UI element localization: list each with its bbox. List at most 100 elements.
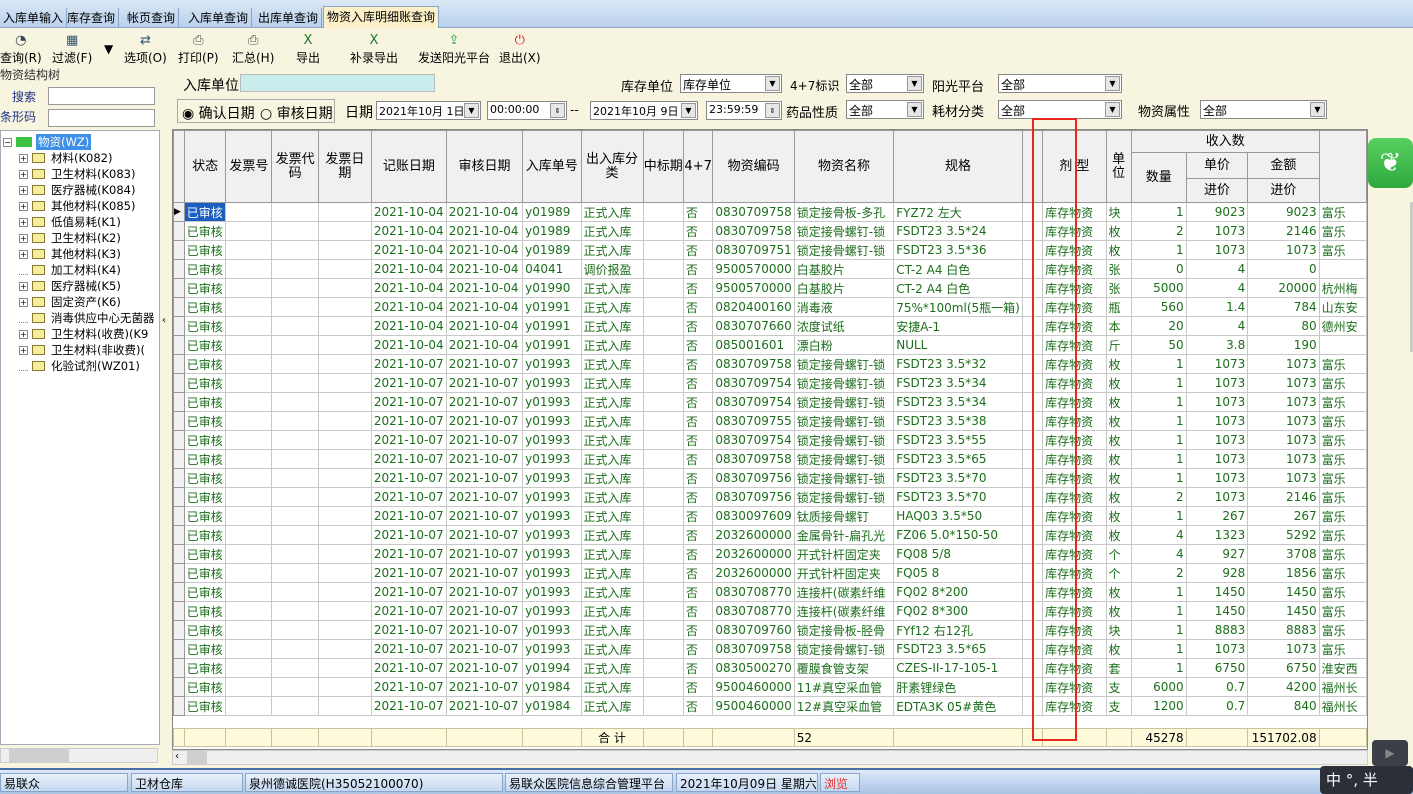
row-indicator[interactable]: [173, 639, 185, 659]
column-header[interactable]: 状态: [183, 130, 227, 203]
tree-node[interactable]: 消毒供应中心无菌器: [19, 310, 155, 326]
tab-2[interactable]: 帐页查询: [124, 8, 180, 28]
row-indicator[interactable]: [173, 582, 185, 602]
table-row[interactable]: 已审核 2021-10-07 2021-10-07 y01993 正式入库否 203260…: [173, 544, 1367, 564]
expand-icon[interactable]: +: [19, 201, 28, 211]
dropdown-arrow-icon[interactable]: ▼: [1310, 102, 1325, 117]
column-header[interactable]: 剂 型: [1042, 130, 1107, 203]
table-row[interactable]: 已审核 2021-10-04 2021-10-04 y01989 正式入库否 083070…: [173, 221, 1367, 241]
row-indicator[interactable]: [173, 392, 185, 412]
table-row[interactable]: 已审核 2021-10-04 2021-10-04 y01989 正式入库否 083070…: [173, 240, 1367, 260]
tab-1[interactable]: 库存查询: [64, 8, 120, 28]
splitter-collapse-icon[interactable]: ‹: [162, 315, 171, 333]
tree-node[interactable]: + 卫生材料(K083): [19, 166, 135, 182]
consumable-category-select[interactable]: 全部 ▼: [998, 100, 1122, 119]
row-indicator[interactable]: [173, 316, 185, 336]
sun-platform-select[interactable]: 全部 ▼: [998, 74, 1122, 93]
expand-icon[interactable]: +: [19, 345, 28, 355]
table-row[interactable]: 已审核 2021-10-07 2021-10-07 y01994 正式入库否 083050…: [173, 658, 1367, 678]
table-row[interactable]: 已审核 2021-10-07 2021-10-07 y01993 正式入库否 083070…: [173, 430, 1367, 450]
in-unit-input[interactable]: [240, 74, 435, 92]
column-header[interactable]: 发票代码: [271, 130, 319, 203]
table-row[interactable]: 已审核 2021-10-07 2021-10-07 y01993 正式入库否 083070…: [173, 354, 1367, 374]
table-row[interactable]: 已审核 2021-10-07 2021-10-07 y01993 正式入库否 083070…: [173, 487, 1367, 507]
toolbar-button-7[interactable]: ⇪ 发送阳光平台: [418, 34, 490, 66]
row-indicator[interactable]: [173, 354, 185, 374]
table-row[interactable]: 已审核 2021-10-07 2021-10-07 y01993 正式入库否 083070…: [173, 373, 1367, 393]
hidden-column-header[interactable]: [1021, 130, 1044, 203]
table-row[interactable]: 已审核 2021-10-07 2021-10-07 y01993 正式入库否 083009…: [173, 506, 1367, 526]
row-indicator[interactable]: [173, 240, 185, 260]
tab-4[interactable]: 出库单查询: [255, 8, 323, 28]
ime-indicator[interactable]: 中 °, 半: [1320, 766, 1413, 794]
table-row[interactable]: 已审核 2021-10-07 2021-10-07 y01993 正式入库否 203260…: [173, 563, 1367, 583]
table-row[interactable]: 已审核 2021-10-07 2021-10-07 y01993 正式入库否 083070…: [173, 582, 1367, 602]
barcode-input[interactable]: [48, 109, 155, 127]
time-from-spinner[interactable]: 00:00:00 ⇕: [487, 101, 567, 120]
column-header[interactable]: 4+7: [682, 130, 714, 203]
tree-node[interactable]: + 卫生材料(K2): [19, 230, 121, 246]
table-row[interactable]: 已审核 2021-10-04 2021-10-04 y01990 正式入库否 950057…: [173, 278, 1367, 298]
expand-icon[interactable]: +: [19, 233, 28, 243]
grid-horizontal-scrollbar[interactable]: ‹: [172, 750, 1368, 765]
expand-icon[interactable]: +: [19, 185, 28, 195]
table-row[interactable]: 已审核 2021-10-04 2021-10-04 y01991 正式入库否 082040…: [173, 297, 1367, 317]
tree-node[interactable]: 化验试剂(WZ01): [19, 358, 140, 374]
table-row[interactable]: 已审核 2021-10-07 2021-10-07 y01993 正式入库否 083070…: [173, 392, 1367, 412]
table-row[interactable]: 已审核 2021-10-07 2021-10-07 y01993 正式入库否 083070…: [173, 601, 1367, 621]
row-indicator[interactable]: [173, 335, 185, 355]
column-header[interactable]: 出入库分类: [580, 130, 644, 203]
tree-node[interactable]: + 低值易耗(K1): [19, 214, 121, 230]
row-indicator[interactable]: [173, 544, 185, 564]
stock-unit-select[interactable]: 库存单位 ▼: [680, 74, 782, 93]
column-header-price[interactable]: 单价: [1185, 152, 1249, 179]
tree-horizontal-scrollbar[interactable]: [0, 748, 158, 763]
row-indicator[interactable]: [173, 601, 185, 621]
toolbar-button-3[interactable]: ⎙ 打印(P): [178, 34, 219, 66]
table-row[interactable]: 已审核 2021-10-04 2021-10-04 y01991 正式入库否 085001…: [173, 335, 1367, 355]
toolbar-button-0[interactable]: ◔ 查询(R): [0, 34, 42, 66]
app-leaf-logo-icon[interactable]: ❦: [1368, 138, 1413, 188]
tree-node[interactable]: + 固定资产(K6): [19, 294, 121, 310]
toolbar-button-2[interactable]: ⇄ 选项(O): [124, 34, 167, 66]
dropdown-arrow-icon[interactable]: ▼: [464, 103, 479, 118]
spinner-icon[interactable]: ⇕: [765, 103, 780, 118]
row-indicator[interactable]: [173, 696, 185, 716]
expand-icon[interactable]: +: [19, 281, 28, 291]
row-indicator[interactable]: [173, 506, 185, 526]
collapse-icon[interactable]: −: [3, 137, 12, 147]
toolbar-button-4[interactable]: ⎙ 汇总(H): [232, 34, 274, 66]
tree-node[interactable]: + 其他材料(K085): [19, 198, 135, 214]
column-header[interactable]: 入库单号: [522, 130, 582, 203]
column-header[interactable]: 物资编码: [712, 130, 795, 203]
table-row[interactable]: 已审核 2021-10-07 2021-10-07 y01984 正式入库否 950046…: [173, 696, 1367, 716]
dropdown-arrow-icon[interactable]: ▼: [1105, 76, 1120, 91]
tree-line[interactable]: [19, 361, 28, 371]
dropdown-arrow-icon[interactable]: ▼: [907, 102, 922, 117]
column-header[interactable]: 规格: [893, 130, 1023, 203]
dropdown-arrow-icon[interactable]: ▼: [907, 76, 922, 91]
row-indicator[interactable]: [173, 563, 185, 583]
tab-5[interactable]: 物资入库明细账查询: [323, 6, 440, 28]
column-header[interactable]: 发票日期: [318, 130, 372, 203]
dropdown-arrow-icon[interactable]: ▼: [1105, 102, 1120, 117]
dropdown-arrow-icon[interactable]: ▼: [765, 76, 780, 91]
row-indicator[interactable]: [173, 620, 185, 640]
radio-audit-date[interactable]: ○ 审核日期: [260, 103, 333, 123]
column-header[interactable]: 记账日期: [370, 130, 447, 203]
tag47-select[interactable]: 全部 ▼: [846, 74, 924, 93]
tree-node[interactable]: + 其他材料(K3): [19, 246, 121, 262]
expand-icon[interactable]: +: [19, 249, 28, 259]
video-play-icon[interactable]: ▶: [1372, 740, 1408, 766]
tree-node[interactable]: + 医疗器械(K084): [19, 182, 135, 198]
expand-icon[interactable]: +: [19, 153, 28, 163]
time-to-spinner[interactable]: 23:59:59 ⇕: [706, 101, 782, 120]
column-header[interactable]: 发票号: [225, 130, 273, 203]
column-header[interactable]: 单位: [1105, 130, 1132, 203]
row-indicator[interactable]: [173, 449, 185, 469]
row-indicator[interactable]: [173, 259, 185, 279]
tree-node[interactable]: 加工材料(K4): [19, 262, 121, 278]
table-row[interactable]: 已审核 2021-10-07 2021-10-07 y01993 正式入库否 083070…: [173, 468, 1367, 488]
tab-0[interactable]: 入库单输入: [0, 8, 68, 28]
table-row[interactable]: 已审核 2021-10-07 2021-10-07 y01993 正式入库否 083070…: [173, 620, 1367, 640]
